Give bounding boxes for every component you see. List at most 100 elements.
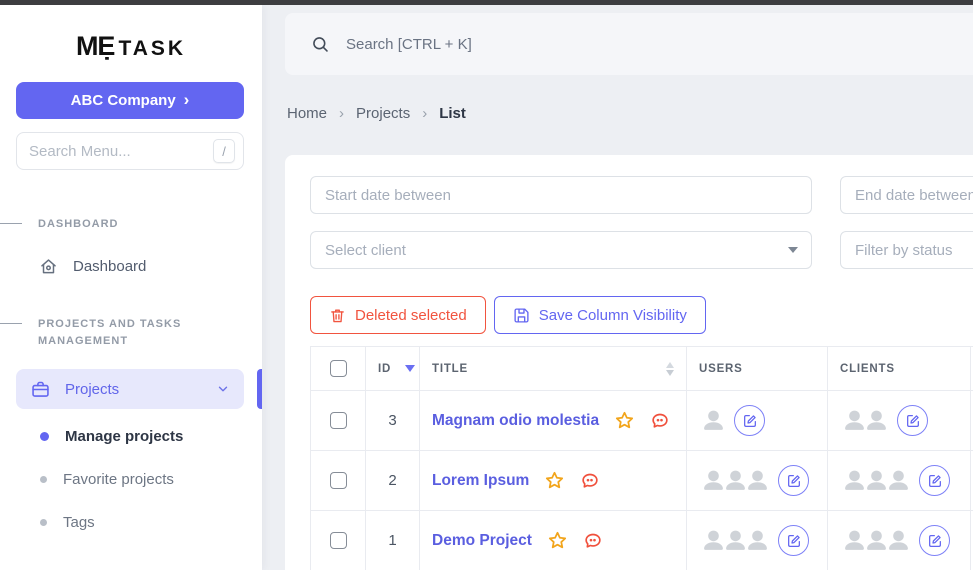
sidebar-subitem-manage-projects[interactable]: Manage projects bbox=[0, 415, 262, 458]
comments-icon[interactable] bbox=[583, 531, 603, 551]
favorite-star-icon[interactable] bbox=[547, 530, 568, 551]
client-filter-select[interactable] bbox=[310, 231, 812, 269]
header-clients-label: CLIENTS bbox=[840, 362, 895, 375]
subitem-label: Tags bbox=[63, 514, 95, 531]
breadcrumb-separator: › bbox=[339, 105, 345, 122]
active-indicator-bar bbox=[257, 369, 262, 409]
sidebar-subitem-tags[interactable]: Tags bbox=[0, 501, 262, 544]
projects-nav-wrap: Projects bbox=[0, 369, 262, 409]
edit-members-button[interactable] bbox=[897, 405, 928, 436]
column-header-id[interactable]: ID bbox=[365, 346, 420, 391]
breadcrumb: Home › Projects › List bbox=[287, 105, 466, 122]
bullet-icon bbox=[40, 476, 47, 483]
bullet-icon bbox=[40, 519, 47, 526]
sidebar-subitem-favorite-projects[interactable]: Favorite projects bbox=[0, 458, 262, 501]
edit-members-button[interactable] bbox=[778, 525, 809, 556]
logo-text-secondary: TASK bbox=[118, 37, 187, 60]
projects-subnav: Manage projects Favorite projects Tags bbox=[0, 415, 262, 544]
comments-icon[interactable] bbox=[650, 411, 670, 431]
user-avatar-icon bbox=[699, 406, 728, 435]
save-column-visibility-label: Save Column Visibility bbox=[538, 306, 687, 324]
edit-members-button[interactable] bbox=[734, 405, 765, 436]
user-avatar-icon bbox=[743, 466, 772, 495]
main-content: Home › Projects › List Deleted selected bbox=[262, 5, 973, 570]
sidebar: MẸTASK ABC Company › / DASHBOARD Dashboa… bbox=[0, 5, 262, 570]
start-date-filter-input[interactable] bbox=[310, 176, 812, 214]
sidebar-item-label: Dashboard bbox=[73, 258, 147, 275]
global-search-bar bbox=[285, 13, 973, 75]
menu-search-input[interactable] bbox=[29, 142, 213, 160]
table-row: 1 Demo Project bbox=[310, 510, 973, 570]
favorite-star-icon[interactable] bbox=[544, 470, 565, 491]
row-checkbox[interactable] bbox=[329, 531, 347, 549]
column-header-title[interactable]: TITLE bbox=[419, 346, 687, 391]
row-checkbox[interactable] bbox=[329, 471, 347, 489]
select-all-checkbox[interactable] bbox=[329, 360, 347, 377]
chevron-right-icon: › bbox=[183, 90, 190, 109]
column-header-clients[interactable]: CLIENTS bbox=[827, 346, 971, 391]
delete-selected-label: Deleted selected bbox=[355, 306, 467, 324]
home-icon bbox=[38, 256, 59, 277]
client-filter-input[interactable] bbox=[310, 231, 812, 269]
status-filter-input[interactable] bbox=[840, 231, 973, 269]
sidebar-item-projects[interactable]: Projects bbox=[16, 369, 244, 409]
table-actions: Deleted selected Save Column Visibility bbox=[310, 296, 973, 334]
app-logo[interactable]: MẸ TASK bbox=[0, 5, 262, 62]
table-header-row: ID TITLE USERS CLIENTS bbox=[310, 346, 973, 391]
search-icon bbox=[313, 36, 328, 52]
slash-shortcut-key: / bbox=[213, 139, 235, 163]
table-body: 3 Magnam odio molestia 2 Lorem Ipsum 1 Demo P… bbox=[310, 390, 973, 570]
header-title-label: TITLE bbox=[432, 362, 468, 375]
section-title-dashboard: DASHBOARD bbox=[0, 216, 262, 233]
row-id: 3 bbox=[365, 390, 420, 451]
user-avatar-icon bbox=[743, 526, 772, 555]
table-row: 2 Lorem Ipsum bbox=[310, 450, 973, 511]
sidebar-item-dashboard[interactable]: Dashboard bbox=[0, 256, 262, 277]
project-title-link[interactable]: Demo Project bbox=[432, 532, 532, 550]
briefcase-icon bbox=[30, 379, 51, 400]
project-title-link[interactable]: Magnam odio molestia bbox=[432, 412, 599, 430]
subitem-label: Favorite projects bbox=[63, 471, 174, 488]
global-search-input[interactable] bbox=[346, 35, 964, 53]
breadcrumb-home[interactable]: Home bbox=[287, 105, 327, 122]
edit-members-button[interactable] bbox=[919, 465, 950, 496]
row-checkbox[interactable] bbox=[329, 411, 347, 429]
row-id: 1 bbox=[365, 510, 420, 570]
edit-members-button[interactable] bbox=[919, 525, 950, 556]
user-avatar-icon bbox=[862, 406, 891, 435]
workspace-button[interactable]: ABC Company › bbox=[16, 82, 244, 119]
table-row: 3 Magnam odio molestia bbox=[310, 390, 973, 451]
header-users-label: USERS bbox=[699, 362, 743, 375]
top-accent-bar bbox=[0, 0, 973, 5]
filters-panel bbox=[310, 176, 973, 269]
save-column-visibility-button[interactable]: Save Column Visibility bbox=[493, 296, 706, 334]
menu-search: / bbox=[16, 132, 244, 170]
user-avatar-icon bbox=[884, 526, 913, 555]
chevron-down-icon bbox=[216, 382, 230, 396]
sidebar-item-label: Projects bbox=[65, 380, 120, 398]
breadcrumb-separator: › bbox=[422, 105, 428, 122]
delete-selected-button[interactable]: Deleted selected bbox=[310, 296, 486, 334]
end-date-filter-input[interactable] bbox=[840, 176, 973, 214]
row-id: 2 bbox=[365, 450, 420, 511]
column-header-users[interactable]: USERS bbox=[686, 346, 828, 391]
bullet-icon bbox=[40, 432, 49, 441]
breadcrumb-list: List bbox=[439, 105, 466, 122]
subitem-label: Manage projects bbox=[65, 428, 184, 445]
save-icon bbox=[514, 307, 529, 323]
favorite-star-icon[interactable] bbox=[614, 410, 635, 431]
sort-toggle-icon[interactable] bbox=[666, 361, 674, 376]
comments-icon[interactable] bbox=[580, 471, 600, 491]
project-title-link[interactable]: Lorem Ipsum bbox=[432, 472, 529, 490]
header-id-label: ID bbox=[378, 362, 392, 375]
sort-desc-icon bbox=[405, 365, 416, 372]
user-avatar-icon bbox=[884, 466, 913, 495]
section-title-projects: PROJECTS AND TASKS MANAGEMENT bbox=[0, 316, 262, 350]
projects-table: ID TITLE USERS CLIENTS 3 Magnam odio mole… bbox=[310, 346, 973, 570]
breadcrumb-projects[interactable]: Projects bbox=[356, 105, 410, 122]
edit-members-button[interactable] bbox=[778, 465, 809, 496]
trash-icon bbox=[331, 309, 344, 322]
workspace-label: ABC Company bbox=[70, 92, 176, 109]
logo-text-primary: MẸ bbox=[75, 31, 115, 61]
projects-list-card: Deleted selected Save Column Visibility … bbox=[285, 155, 973, 570]
